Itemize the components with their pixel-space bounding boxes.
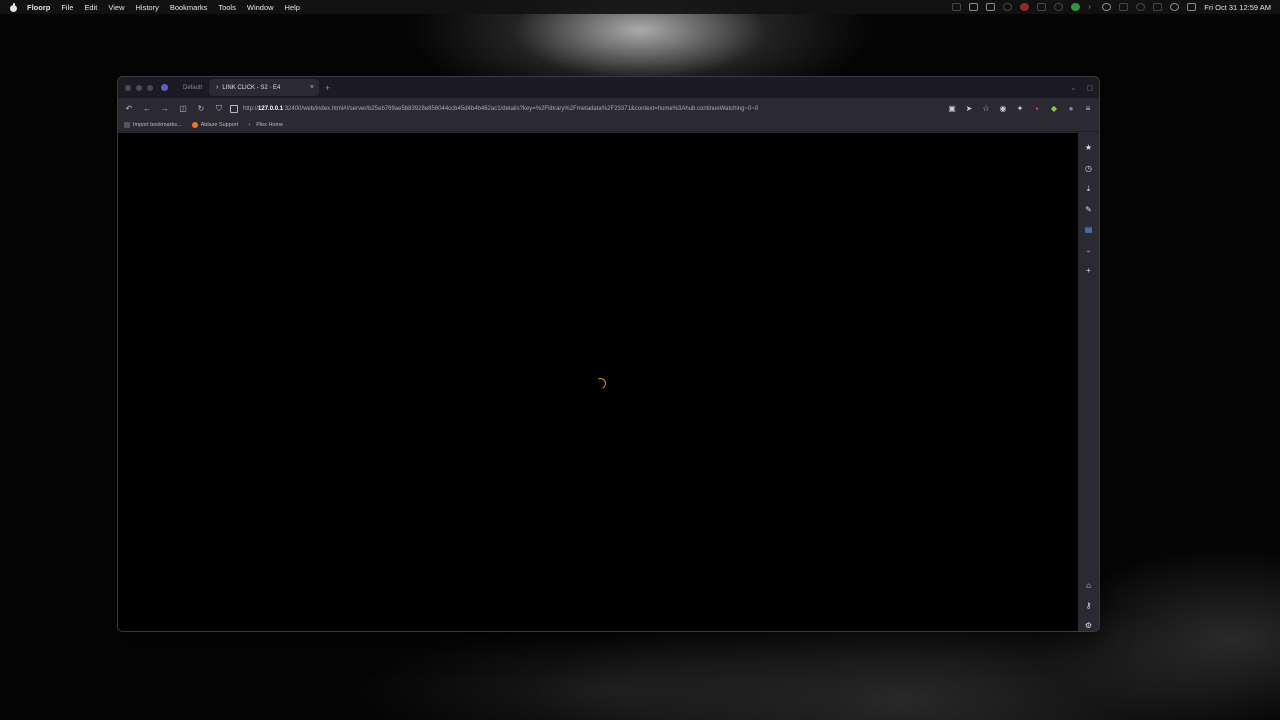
url-path: :32400/web/index.html#!/server/b25eb769a… xyxy=(283,105,759,112)
profile-icon[interactable]: ● xyxy=(1066,104,1076,114)
passwords-key-icon[interactable]: ⚷ xyxy=(1083,599,1095,611)
toolbar-right: ▣ ➤ ☆ ◉ ✦ ▪ ◆ ● ≡ xyxy=(947,104,1093,114)
close-tab-icon[interactable]: × xyxy=(310,84,314,91)
bookmark-import[interactable]: Import bookmarks... xyxy=(124,122,182,128)
chevron-right-icon[interactable]: › xyxy=(1088,3,1094,11)
browser-window: Default › LINK CLICK - S2 · E4 × + ⌄ ▢ ↶… xyxy=(117,76,1100,632)
sidebar-toggle-icon[interactable]: ◫ xyxy=(176,102,190,116)
battery-icon[interactable] xyxy=(1119,3,1129,11)
account-icon[interactable]: ◉ xyxy=(998,104,1008,114)
apple-logo-icon[interactable] xyxy=(9,2,19,12)
send-icon[interactable]: ➤ xyxy=(964,104,974,114)
app-tray-icon-2[interactable] xyxy=(1054,3,1064,11)
extensions-panel-icon[interactable]: ⌂ xyxy=(1083,579,1095,591)
loading-spinner-icon xyxy=(593,376,608,391)
menu-extra-icon[interactable] xyxy=(969,3,979,11)
wifi-icon[interactable] xyxy=(1153,3,1163,11)
menu-help[interactable]: Help xyxy=(285,3,300,12)
history-clock-icon[interactable]: ◷ xyxy=(1083,162,1095,174)
tab-bar: Default › LINK CLICK - S2 · E4 × + ⌄ ▢ xyxy=(118,77,1099,98)
display-icon[interactable] xyxy=(986,3,996,11)
bookmarks-star-icon[interactable]: ★ xyxy=(1083,142,1095,154)
url-prefix: http:// xyxy=(243,105,259,112)
ablaze-icon xyxy=(191,122,198,128)
menu-edit[interactable]: Edit xyxy=(84,3,97,12)
bookmarks-toolbar: Import bookmarks... Ablaze Support › Ple… xyxy=(118,119,1099,132)
moon-icon[interactable] xyxy=(1136,3,1146,11)
tabbar-controls: ⌄ ▢ xyxy=(1071,84,1094,92)
bookmark-plex-home[interactable]: › Plex Home xyxy=(248,122,283,128)
extensions-icon[interactable]: ✦ xyxy=(1015,104,1025,114)
tab-default[interactable]: Default xyxy=(176,79,209,96)
settings-gear-icon[interactable]: ⚙ xyxy=(1083,619,1095,631)
control-center-icon[interactable] xyxy=(1187,3,1197,11)
bookmark-label: Plex Home xyxy=(256,122,284,128)
bookmark-label: Ablaze Support xyxy=(200,122,239,128)
page-info-icon[interactable] xyxy=(230,104,238,113)
tab-link-click[interactable]: › LINK CLICK - S2 · E4 × xyxy=(209,79,320,96)
window-controls xyxy=(125,84,153,91)
reload-icon[interactable]: ↻ xyxy=(194,102,208,116)
clock[interactable]: Fri Oct 31 12:59 AM xyxy=(1204,3,1271,12)
bookmark-label: Import bookmarks... xyxy=(133,122,182,128)
url-host: 127.0.0.1 xyxy=(258,105,284,112)
notes-pencil-icon[interactable]: ✎ xyxy=(1083,203,1095,215)
menu-tools[interactable]: Tools xyxy=(218,3,236,12)
notification-app-icon[interactable] xyxy=(1020,3,1030,11)
menu-app-name[interactable]: Floorp xyxy=(27,3,50,12)
close-window-button[interactable] xyxy=(125,84,131,91)
add-panel-icon[interactable]: + xyxy=(1083,265,1095,277)
minimize-window-button[interactable] xyxy=(136,84,142,91)
menu-bookmarks[interactable]: Bookmarks xyxy=(170,3,208,12)
tab-label: Default xyxy=(183,84,203,91)
sync-icon[interactable] xyxy=(1003,3,1013,11)
screen-record-icon[interactable] xyxy=(952,3,962,11)
bookmark-star-icon[interactable]: ☆ xyxy=(981,104,991,114)
private-window-icon[interactable]: ▢ xyxy=(1086,84,1093,92)
status-tray: › Fri Oct 31 12:59 AM xyxy=(952,3,1271,12)
undo-close-tab-icon[interactable]: ↶ xyxy=(122,102,136,116)
shield-icon[interactable]: ⛉ xyxy=(212,102,226,116)
green-extension-icon[interactable]: ◆ xyxy=(1049,104,1059,114)
control-icon[interactable] xyxy=(1102,3,1112,11)
sidebar-bottom: ⌂ ⚷ ⚙ xyxy=(1083,571,1095,631)
navigation-bar: ↶ ← → ◫ ↻ ⛉ http://127.0.0.1:32400/web/i… xyxy=(118,98,1099,119)
workspace-icon[interactable] xyxy=(161,84,168,91)
app-tray-icon[interactable] xyxy=(1037,3,1047,11)
menu-hamburger-icon[interactable]: ≡ xyxy=(1083,104,1093,114)
green-status-icon[interactable] xyxy=(1071,3,1081,11)
list-all-tabs-icon[interactable]: ⌄ xyxy=(1071,84,1077,92)
zoom-window-button[interactable] xyxy=(147,84,153,91)
menu-window[interactable]: Window xyxy=(247,3,274,12)
plex-chevron-icon: › xyxy=(216,84,219,91)
forward-button-icon[interactable]: → xyxy=(158,102,172,116)
menu-bar: Floorp File Edit View History Bookmarks … xyxy=(0,0,1280,14)
menu-file[interactable]: File xyxy=(61,3,73,12)
page-content xyxy=(118,133,1080,631)
translate-icon[interactable]: ▣ xyxy=(947,104,957,114)
browser-sidebar: ★ ◷ ⤓ ✎ ▤ ◒ + ⌂ ⚷ ⚙ xyxy=(1078,133,1099,631)
webpanel-app-icon[interactable]: ◒ xyxy=(1083,244,1095,256)
downloads-icon[interactable]: ⤓ xyxy=(1083,183,1095,195)
new-tab-button[interactable]: + xyxy=(325,83,330,93)
tab-label: LINK CLICK - S2 · E4 xyxy=(222,84,281,91)
red-extension-icon[interactable]: ▪ xyxy=(1032,104,1042,114)
bookmark-ablaze-support[interactable]: Ablaze Support xyxy=(191,122,239,128)
menu-view[interactable]: View xyxy=(108,3,124,12)
user-icon[interactable] xyxy=(1170,3,1180,11)
translate-panel-icon[interactable]: ▤ xyxy=(1083,224,1095,236)
url-bar[interactable]: http://127.0.0.1:32400/web/index.html#!/… xyxy=(230,104,947,113)
menu-history[interactable]: History xyxy=(135,3,158,12)
back-button-icon[interactable]: ← xyxy=(140,102,154,116)
import-icon xyxy=(124,122,130,128)
plex-icon: › xyxy=(248,122,251,128)
